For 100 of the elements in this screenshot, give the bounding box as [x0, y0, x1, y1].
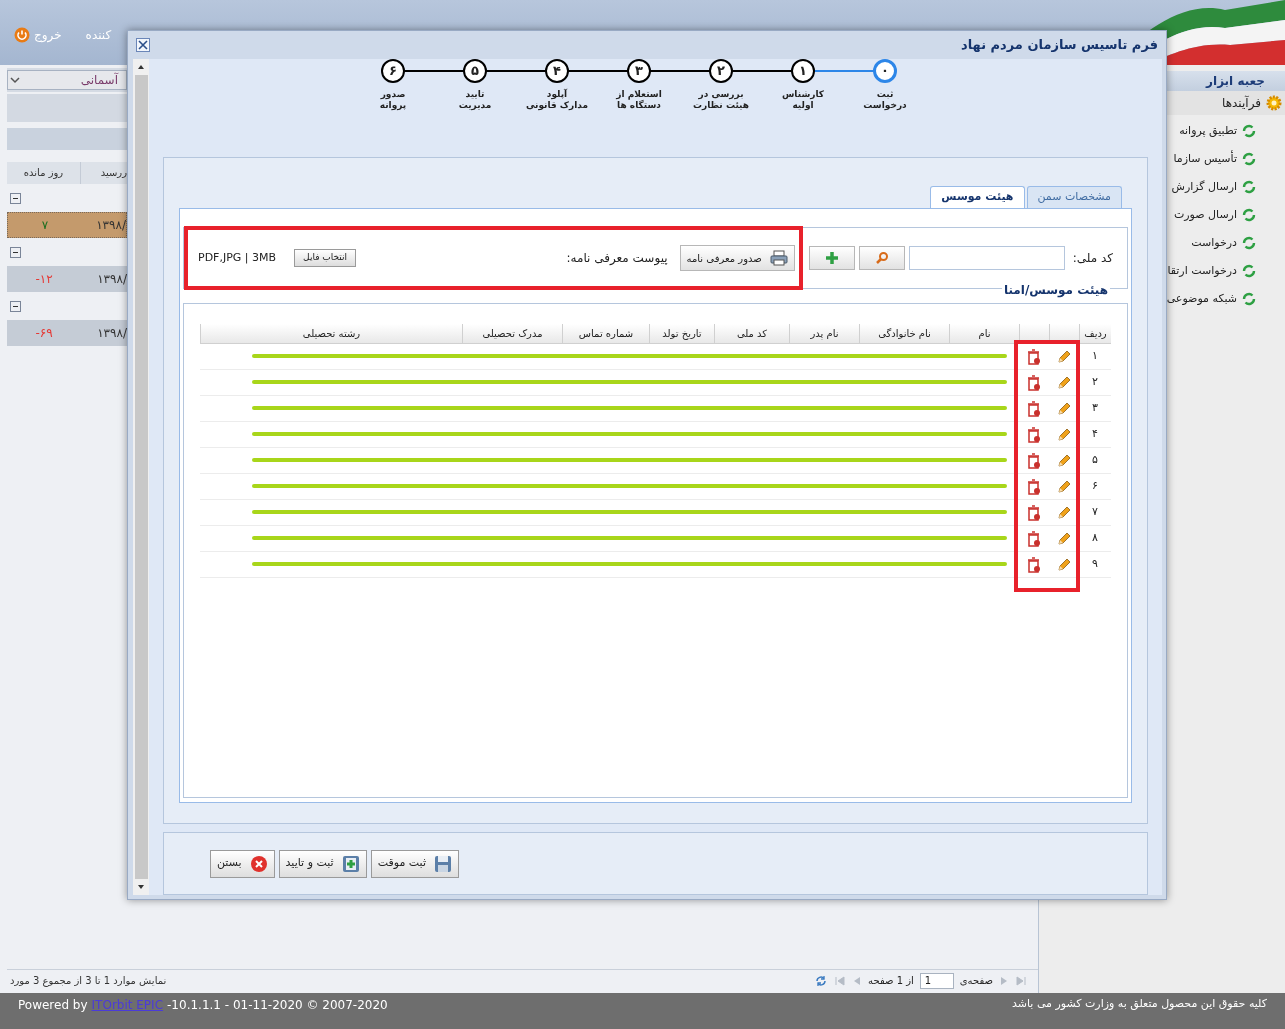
- trash-icon: [1027, 556, 1041, 573]
- row-number: ۴: [1091, 426, 1099, 443]
- collapse-icon: [10, 246, 21, 258]
- column-header: نام: [949, 324, 1019, 345]
- powered-by-text: Powered by: [18, 997, 88, 1014]
- process-item[interactable]: تأسیس سازما: [1173, 145, 1257, 173]
- national-code-field[interactable]: [908, 246, 1065, 271]
- list-row[interactable]: -۶۹ ۱۳۹۸/: [7, 320, 127, 346]
- column-header: کد ملی: [714, 324, 789, 345]
- file-hint: PDF,JPG | 3MB: [198, 249, 277, 266]
- search-icon: [874, 251, 889, 266]
- tab[interactable]: مشخصات سمن: [1026, 186, 1122, 209]
- row-number: ۳: [1091, 400, 1099, 417]
- gear-icon: [1265, 94, 1283, 112]
- row-number: ۱: [1091, 348, 1099, 365]
- delete-button[interactable]: [1025, 425, 1043, 444]
- chevron-down-icon: [8, 75, 22, 85]
- filter-dropdown[interactable]: آسمانی: [7, 70, 127, 90]
- action-button[interactable]: ثبت و تایید: [278, 849, 367, 878]
- trash-icon: [1027, 426, 1041, 443]
- column-header: نام خانوادگی: [859, 324, 949, 345]
- process-item[interactable]: ارسال صورت: [1173, 201, 1257, 229]
- close-icon: [249, 854, 268, 873]
- choose-file-button[interactable]: انتخاب فایل: [294, 249, 357, 268]
- step-label: ثبت درخواست: [863, 89, 907, 111]
- dialog-title: فرم تاسیس سازمان مردم نهاد: [961, 36, 1158, 55]
- step-label: استعلام از دستگاه ها: [616, 89, 662, 111]
- cycle-arrows-icon: [1241, 179, 1257, 195]
- pencil-icon: [1056, 478, 1072, 495]
- column-header: روز مانده: [7, 162, 81, 184]
- column-header: تاریخ تولد: [649, 324, 714, 345]
- printer-icon: [769, 250, 788, 267]
- cycle-arrows-icon: [1241, 123, 1257, 139]
- row-number: ۷: [1091, 504, 1099, 521]
- step-label: کارشناس اولیه: [781, 89, 825, 111]
- user-label: کننده: [85, 27, 112, 44]
- pencil-icon: [1056, 348, 1072, 365]
- row-number: ۵: [1091, 452, 1099, 469]
- record-summary: نمایش موارد 1 تا 3 از مجموع 3 مورد: [10, 974, 167, 988]
- next-page-icon: [852, 974, 863, 987]
- column-header: شماره تماس: [562, 324, 649, 345]
- delete-button[interactable]: [1025, 399, 1043, 418]
- list-row[interactable]: -۱۲ ۱۳۹۸/: [7, 266, 127, 292]
- pencil-icon: [1056, 556, 1072, 573]
- process-item[interactable]: ارسال گزارش: [1171, 173, 1257, 201]
- days-left: -۶۹: [34, 325, 54, 342]
- page-label: صفحه‌ی: [959, 974, 993, 988]
- page-total: از 1 صفحه: [868, 974, 914, 988]
- process-item[interactable]: شبکه موضوعی: [1166, 285, 1257, 313]
- delete-button[interactable]: [1025, 529, 1043, 548]
- action-button[interactable]: بستن: [210, 849, 275, 878]
- row-number: ۶: [1091, 478, 1099, 495]
- process-item[interactable]: درخواست ارتقا: [1167, 257, 1257, 285]
- first-page-icon: [1015, 974, 1027, 987]
- step-label: آپلود مدارک قانونی: [525, 89, 589, 111]
- process-item[interactable]: درخواست: [1191, 229, 1257, 257]
- close-button[interactable]: [136, 38, 150, 52]
- close-icon: [138, 40, 148, 50]
- search-button[interactable]: [858, 246, 905, 271]
- list-row[interactable]: ۷ ۱۳۹۸/: [7, 212, 127, 238]
- issue-letter-button[interactable]: صدور معرفی نامه: [679, 245, 795, 272]
- delete-button[interactable]: [1025, 503, 1043, 522]
- page-input[interactable]: 1: [919, 972, 954, 989]
- tab[interactable]: هیئت موسس: [930, 186, 1025, 209]
- column-header: مدرک تحصیلی: [462, 324, 562, 345]
- days-left: -۱۲: [34, 271, 54, 288]
- action-button[interactable]: ثبت موقت: [370, 849, 459, 878]
- version-text: -10.1.1.1 - 01-11-2020 © 2007-2020: [167, 997, 388, 1014]
- pencil-icon: [1056, 400, 1072, 417]
- step-label: بررسی در هیئت نظارت: [693, 89, 749, 111]
- cycle-arrows-icon: [1241, 291, 1257, 307]
- pencil-icon: [1056, 374, 1072, 391]
- section-title: فرآیندها: [1222, 94, 1261, 112]
- collapse-icon: [10, 300, 21, 312]
- date-cell-text: ۱۳۹۸/: [96, 325, 127, 342]
- attachment-label: پیوست معرفی نامه:: [566, 250, 668, 268]
- add-button[interactable]: [808, 246, 855, 271]
- delete-button[interactable]: [1025, 555, 1043, 574]
- trash-icon: [1027, 478, 1041, 495]
- pencil-icon: [1056, 426, 1072, 443]
- row-number: ۸: [1091, 530, 1099, 547]
- toolbox-title: جعبه ابزار: [1206, 73, 1265, 90]
- delete-button[interactable]: [1025, 477, 1043, 496]
- cycle-arrows-icon: [1241, 207, 1257, 223]
- column-header: رشته تحصیلی: [200, 324, 462, 345]
- cycle-arrows-icon: [1241, 263, 1257, 279]
- trash-icon: [1027, 374, 1041, 391]
- column-header: ردیف: [1079, 324, 1111, 345]
- delete-button[interactable]: [1025, 451, 1043, 470]
- delete-button[interactable]: [1025, 373, 1043, 392]
- scrollbar[interactable]: [133, 59, 149, 895]
- date-cell-text: ۱۳۹۸/: [95, 217, 126, 234]
- trash-icon: [1027, 400, 1041, 417]
- process-item[interactable]: تطبیق پروانه: [1179, 117, 1257, 145]
- trash-icon: [1027, 348, 1041, 365]
- cycle-arrows-icon: [1241, 235, 1257, 251]
- delete-button[interactable]: [1025, 347, 1043, 366]
- row-number: ۹: [1091, 556, 1099, 573]
- collapse-icon: [10, 192, 21, 204]
- days-left: ۷: [40, 217, 50, 234]
